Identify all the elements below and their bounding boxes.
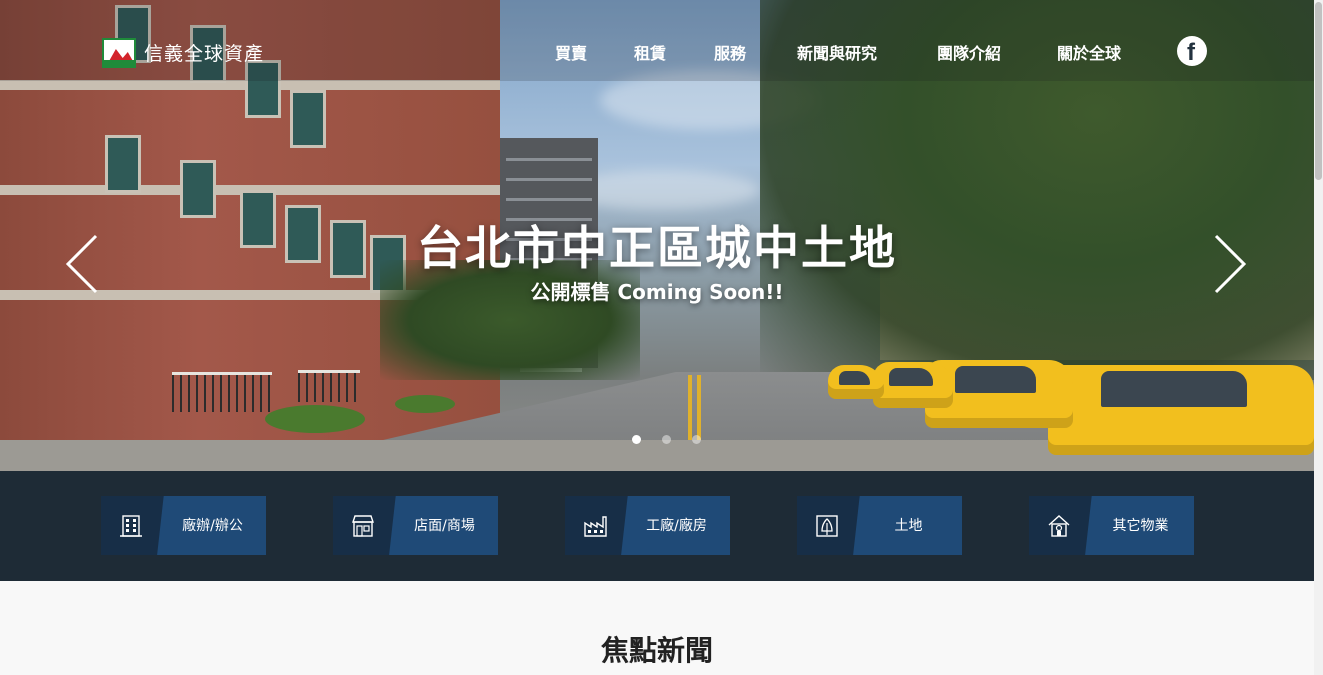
hero-photo-fence: [298, 370, 360, 402]
factory-icon: [584, 516, 607, 537]
category-bar: 廠辦/辦公 店面/商場 工廠/廠房 土地 其它物業: [0, 471, 1314, 581]
facebook-icon[interactable]: f: [1177, 36, 1207, 66]
storefront-icon: [352, 515, 374, 537]
chevron-left-icon[interactable]: [62, 232, 100, 296]
category-factory[interactable]: 工廠/廠房: [565, 496, 730, 555]
category-label: 工廠/廠房: [646, 518, 707, 534]
chevron-right-icon[interactable]: [1212, 232, 1250, 296]
brand-logo[interactable]: 信義全球資產: [102, 38, 272, 70]
top-navigation-bar: 信義全球資產 買賣 租賃 服務 新聞與研究 團隊介紹 關於全球 f: [0, 0, 1314, 81]
hero-photo-shrub: [265, 405, 365, 433]
nav-item-team[interactable]: 團隊介紹: [937, 40, 1001, 64]
category-land[interactable]: 土地: [797, 496, 962, 555]
category-office[interactable]: 廠辦/辦公: [101, 496, 266, 555]
hero-subtitle: 公開標售 Coming Soon!!: [530, 280, 784, 304]
category-label: 廠辦/辦公: [182, 518, 243, 534]
nav-item-rent[interactable]: 租賃: [634, 40, 666, 64]
hero-photo-shrub: [395, 395, 455, 413]
hero-title: 台北市中正區城中土地: [417, 221, 897, 275]
focus-news-section: 焦點新聞: [0, 581, 1314, 675]
page: 信義全球資產 買賣 租賃 服務 新聞與研究 團隊介紹 關於全球 f 台北市中正區…: [0, 0, 1323, 675]
nav-item-buy-sell[interactable]: 買賣: [555, 40, 587, 64]
nav-item-services[interactable]: 服務: [714, 40, 746, 64]
brand-name: 信義全球資產: [144, 43, 265, 65]
page-scrollbar[interactable]: [1314, 0, 1323, 675]
category-label: 土地: [894, 518, 923, 534]
carousel-dot-3[interactable]: [692, 435, 701, 444]
logo-mountain-icon: [102, 38, 136, 68]
section-title: 焦點新聞: [600, 634, 713, 667]
category-label: 其它物業: [1112, 518, 1169, 534]
house-icon: [1048, 515, 1070, 537]
nav-item-news-research[interactable]: 新聞與研究: [797, 40, 877, 64]
category-store[interactable]: 店面/商場: [333, 496, 498, 555]
hero-carousel: 信義全球資產 買賣 租賃 服務 新聞與研究 團隊介紹 關於全球 f 台北市中正區…: [0, 0, 1314, 471]
hero-photo-fence: [172, 372, 272, 412]
category-other[interactable]: 其它物業: [1029, 496, 1194, 555]
hero-photo-taxi: [828, 365, 884, 399]
hero-photo-taxi: [1048, 365, 1314, 455]
carousel-dot-2[interactable]: [662, 435, 671, 444]
category-label: 店面/商場: [414, 518, 475, 534]
nav-item-about[interactable]: 關於全球: [1057, 40, 1121, 64]
carousel-dot-1[interactable]: [632, 435, 641, 444]
hero-photo-taxi: [873, 362, 953, 408]
scrollbar-thumb[interactable]: [1315, 2, 1322, 180]
land-icon: [816, 515, 838, 537]
office-building-icon: [120, 515, 142, 537]
